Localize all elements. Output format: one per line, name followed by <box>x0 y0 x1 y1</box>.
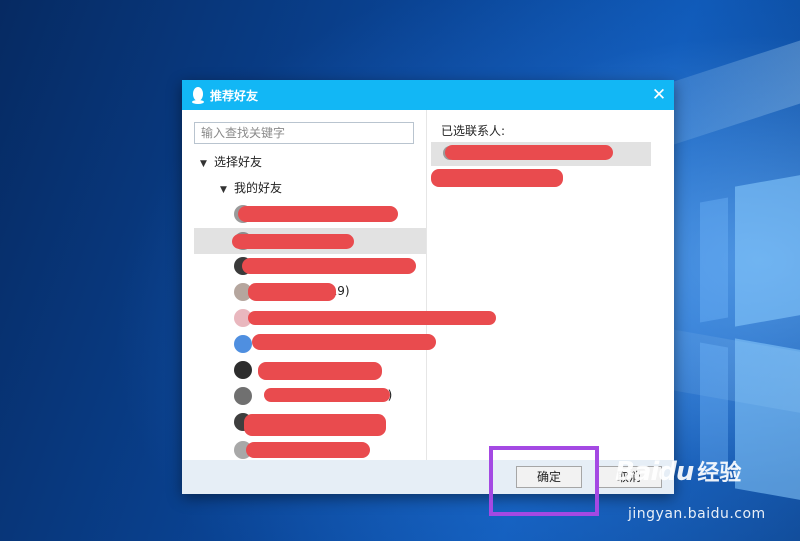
redaction-mark <box>246 442 370 458</box>
qq-penguin-icon <box>192 87 204 104</box>
search-input[interactable] <box>194 122 414 144</box>
watermark-brand-cn: 经验 <box>697 461 742 486</box>
redaction-mark <box>445 145 613 160</box>
selected-contact-item[interactable] <box>431 167 651 191</box>
selected-contact-item[interactable] <box>431 142 651 166</box>
expand-arrow-icon[interactable]: ▼ <box>220 180 234 200</box>
redaction-mark <box>248 283 336 301</box>
avatar <box>234 361 252 379</box>
watermark-brand: Baidu <box>615 457 694 487</box>
selected-contacts-header: 已选联系人: <box>441 124 506 138</box>
dialog-footer: 确定 取消 <box>182 460 674 494</box>
wallpaper-logo-pane <box>700 197 728 323</box>
redaction-mark <box>431 169 563 187</box>
redaction-mark <box>242 258 416 274</box>
tree-node-label: 选择好友 <box>214 155 263 169</box>
tree-node-label: 我的好友 <box>234 181 283 195</box>
friend-list-item[interactable] <box>194 201 426 227</box>
dialog-titlebar[interactable]: 推荐好友 ✕ <box>182 80 674 110</box>
annotation-highlight-box <box>489 446 599 516</box>
wallpaper-logo-pane <box>735 338 800 502</box>
friend-list-item[interactable] <box>194 253 426 279</box>
friend-list-item[interactable] <box>194 305 496 331</box>
baidu-jingyan-watermark: Baidu 经验 <box>615 455 741 487</box>
friend-picker-pane: ▼选择好友 ▼我的好友 419) <box>182 110 496 460</box>
friend-list-item[interactable] <box>194 409 426 436</box>
wallpaper-logo-pane <box>735 173 800 327</box>
dialog-body: ▼选择好友 ▼我的好友 419) <box>182 110 674 460</box>
avatar <box>234 335 252 353</box>
friend-list-item[interactable] <box>194 357 426 383</box>
redaction-mark <box>232 234 354 249</box>
recommend-friends-dialog: 推荐好友 ✕ ▼选择好友 ▼我的好友 <box>182 80 674 494</box>
redaction-mark <box>244 414 386 436</box>
friend-list-item[interactable] <box>194 228 426 254</box>
redaction-mark <box>252 334 436 350</box>
dialog-title: 推荐好友 <box>210 89 259 103</box>
selected-contacts-pane: 已选联系人: <box>427 110 674 460</box>
redaction-mark <box>258 362 382 380</box>
friend-list-item[interactable]: 419) <box>194 279 426 305</box>
friend-list-item[interactable] <box>194 331 436 357</box>
expand-arrow-icon[interactable]: ▼ <box>200 154 214 174</box>
close-icon[interactable]: ✕ <box>648 84 670 106</box>
friend-list-item[interactable]: 3) <box>194 383 426 409</box>
redaction-mark <box>264 388 390 402</box>
watermark-url: jingyan.baidu.com <box>628 506 766 522</box>
tree-node-my-friends[interactable]: ▼ 我的好友 <box>220 178 282 198</box>
redaction-mark <box>238 206 398 222</box>
avatar <box>234 387 252 405</box>
tree-node-select-friends[interactable]: ▼ 选择好友 <box>200 152 262 172</box>
